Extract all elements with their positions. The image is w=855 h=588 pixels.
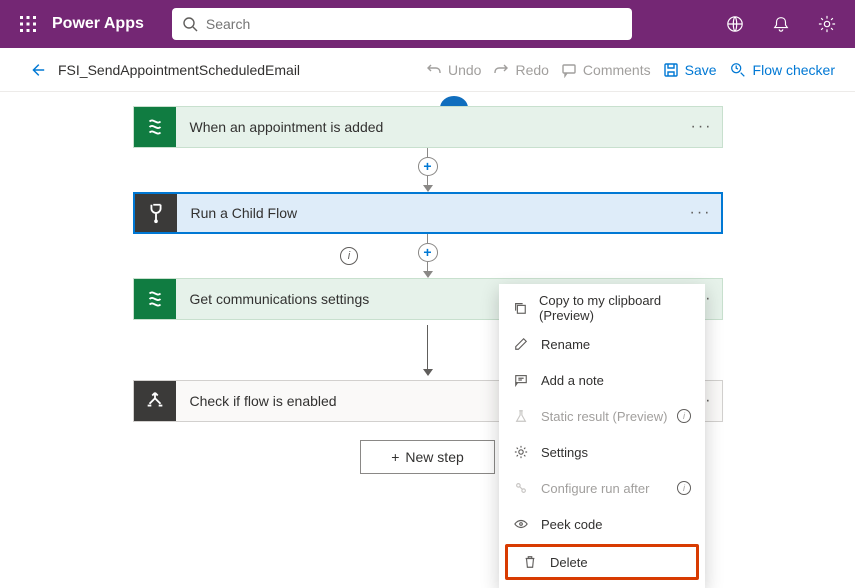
command-bar: FSI_SendAppointmentScheduledEmail Undo R…: [0, 48, 855, 92]
child-flow-icon: [135, 194, 177, 232]
menu-note[interactable]: Add a note: [499, 362, 705, 398]
redo-icon: [493, 62, 509, 78]
info-icon[interactable]: i: [677, 409, 691, 423]
dataverse-icon: [134, 279, 176, 319]
menu-run-after: Configure run after i: [499, 470, 705, 506]
notifications-icon[interactable]: [761, 4, 801, 44]
search-icon: [182, 16, 198, 32]
environment-icon[interactable]: [715, 4, 755, 44]
copy-icon: [513, 300, 527, 316]
step-appointment-added[interactable]: When an appointment is added ···: [133, 106, 723, 148]
top-app-bar: Power Apps: [0, 0, 855, 48]
comments-button[interactable]: Comments: [561, 62, 651, 78]
step-menu-button[interactable]: ···: [681, 204, 721, 222]
add-step-button[interactable]: +: [418, 157, 438, 176]
note-icon: [513, 372, 529, 388]
plus-icon: +: [391, 449, 399, 465]
flow-checker-icon: [729, 61, 747, 79]
menu-settings[interactable]: Settings: [499, 434, 705, 470]
add-step-button[interactable]: +: [418, 243, 438, 262]
undo-icon: [426, 62, 442, 78]
flow-title: FSI_SendAppointmentScheduledEmail: [58, 62, 300, 78]
gear-icon: [513, 444, 529, 460]
undo-button[interactable]: Undo: [426, 62, 481, 78]
menu-rename[interactable]: Rename: [499, 326, 705, 362]
flow-checker-button[interactable]: Flow checker: [729, 61, 835, 79]
connector: [0, 320, 855, 380]
back-button[interactable]: [28, 61, 46, 79]
comments-icon: [561, 62, 577, 78]
menu-delete[interactable]: Delete: [508, 547, 696, 577]
menu-static-result: Static result (Preview) i: [499, 398, 705, 434]
flask-icon: [513, 408, 529, 424]
menu-peek-code[interactable]: Peek code: [499, 506, 705, 542]
redo-button[interactable]: Redo: [493, 62, 548, 78]
menu-copy[interactable]: Copy to my clipboard (Preview): [499, 290, 705, 326]
step-menu-button[interactable]: ···: [682, 118, 722, 136]
edit-icon: [513, 336, 529, 352]
connector: +: [0, 148, 855, 192]
dataverse-icon: [134, 107, 176, 147]
save-icon: [663, 62, 679, 78]
menu-delete-highlight: Delete: [505, 544, 699, 580]
step-label: When an appointment is added: [176, 119, 682, 135]
trash-icon: [522, 554, 538, 570]
flow-canvas: When an appointment is added ··· + Run a…: [0, 92, 855, 540]
settings-gear-icon[interactable]: [807, 4, 847, 44]
step-run-child-flow[interactable]: Run a Child Flow ···: [133, 192, 723, 234]
info-icon[interactable]: i: [340, 247, 358, 265]
info-icon[interactable]: i: [677, 481, 691, 495]
condition-icon: [134, 381, 176, 421]
brand-title: Power Apps: [52, 15, 144, 33]
eye-icon: [513, 516, 529, 532]
search-field[interactable]: [206, 16, 622, 32]
app-launcher-icon[interactable]: [8, 4, 48, 44]
step-label: Run a Child Flow: [177, 205, 681, 221]
save-button[interactable]: Save: [663, 62, 717, 78]
search-input[interactable]: [172, 8, 632, 40]
step-context-menu: Copy to my clipboard (Preview) Rename Ad…: [499, 284, 705, 588]
new-step-button[interactable]: + New step: [360, 440, 495, 474]
run-after-icon: [513, 480, 529, 496]
connector: i +: [0, 234, 855, 278]
